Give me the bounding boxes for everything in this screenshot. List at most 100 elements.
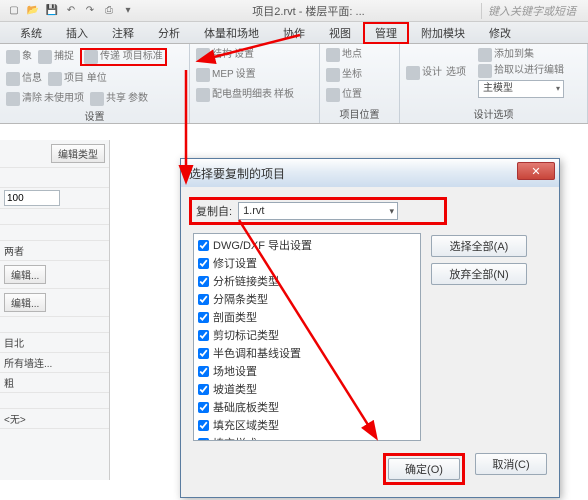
btn-location[interactable]: 地点 xyxy=(326,48,393,62)
item-checkbox[interactable] xyxy=(198,420,209,431)
item-checkbox[interactable] xyxy=(198,348,209,359)
snap-icon xyxy=(38,50,52,64)
item-checkbox[interactable] xyxy=(198,366,209,377)
coord-icon xyxy=(326,68,340,82)
group-label-options: 设计选项 xyxy=(406,104,581,121)
scale-input[interactable] xyxy=(4,190,60,206)
tab-annotate[interactable]: 注释 xyxy=(100,22,146,44)
item-checkbox[interactable] xyxy=(198,384,209,395)
list-item[interactable]: 坡道类型 xyxy=(196,380,418,398)
group-mep: 结构 设置 MEP 设置 配电盘明细表 样板 xyxy=(190,44,320,123)
transfer-icon xyxy=(84,50,98,64)
select-all-button[interactable]: 选择全部(A) xyxy=(431,235,527,257)
tab-addins[interactable]: 附加模块 xyxy=(409,22,477,44)
edit-button-1[interactable]: 编辑... xyxy=(4,265,46,284)
qat-icon[interactable]: ▢ xyxy=(6,3,22,19)
tab-insert[interactable]: 插入 xyxy=(54,22,100,44)
close-button[interactable]: ✕ xyxy=(517,162,555,180)
blank-row xyxy=(0,168,109,188)
qat-undo-icon[interactable]: ↶ xyxy=(63,3,79,19)
btn-coordinates[interactable]: 坐标 xyxy=(326,68,393,82)
list-item[interactable]: 填充区域类型 xyxy=(196,416,418,434)
list-item[interactable]: 剖面类型 xyxy=(196,308,418,326)
cancel-button[interactable]: 取消(C) xyxy=(475,453,547,475)
list-item[interactable]: 分析链接类型 xyxy=(196,272,418,290)
item-checkbox[interactable] xyxy=(198,438,209,442)
tab-view[interactable]: 视图 xyxy=(317,22,363,44)
item-checkbox[interactable] xyxy=(198,258,209,269)
qat-more-icon[interactable]: ▾ xyxy=(120,3,136,19)
btn-panel-schedule[interactable]: 配电盘明细表 样板 xyxy=(196,88,294,102)
document-title: 项目2.rvt - 楼层平面: ... xyxy=(142,3,475,19)
tab-analyze[interactable]: 分析 xyxy=(146,22,192,44)
group-design-options: 设计选项 添加到集 拾取以进行编辑 主模型 设计选项 xyxy=(400,44,588,123)
rough-row: 粗 xyxy=(0,373,109,393)
list-item[interactable]: 半色调和基线设置 xyxy=(196,344,418,362)
none-label: <无> xyxy=(4,411,26,426)
dialog-footer: 确定(O) 取消(C) xyxy=(193,453,547,485)
units-icon xyxy=(48,72,62,86)
item-checkbox[interactable] xyxy=(198,276,209,287)
list-item[interactable]: DWG/DXF 导出设置 xyxy=(196,236,418,254)
btn-structure[interactable]: 结构 设置 xyxy=(196,48,254,62)
btn-design-options[interactable]: 设计选项 xyxy=(406,48,466,98)
item-checkbox[interactable] xyxy=(198,294,209,305)
btn-shared[interactable]: 共享 参数 xyxy=(90,92,148,106)
item-checkbox[interactable] xyxy=(198,330,209,341)
qat-open-icon[interactable]: 📂 xyxy=(25,3,41,19)
structure-icon xyxy=(196,48,210,62)
qat-print-icon[interactable]: ⎙ xyxy=(101,3,117,19)
qat-redo-icon[interactable]: ↷ xyxy=(82,3,98,19)
btn-add-to-set[interactable]: 添加到集 xyxy=(478,48,564,62)
item-checkbox[interactable] xyxy=(198,240,209,251)
group-label-settings: 设置 xyxy=(6,106,183,123)
add-icon xyxy=(478,48,492,62)
btn-pick-to-edit[interactable]: 拾取以进行编辑 xyxy=(478,64,564,78)
btn-info[interactable]: 信息 xyxy=(6,72,42,86)
search-box[interactable]: 键入关键字或短语 xyxy=(481,3,582,19)
scale-row xyxy=(0,188,109,209)
tab-modify[interactable]: 修改 xyxy=(477,22,523,44)
list-item[interactable]: 场地设置 xyxy=(196,362,418,380)
item-checkbox[interactable] xyxy=(198,402,209,413)
edit-button-2[interactable]: 编辑... xyxy=(4,293,46,312)
pick-icon xyxy=(478,64,492,78)
group-label-location: 项目位置 xyxy=(326,104,393,121)
tab-massing[interactable]: 体量和场地 xyxy=(192,22,271,44)
list-item[interactable]: 剪切标记类型 xyxy=(196,326,418,344)
list-item[interactable]: 基础底板类型 xyxy=(196,398,418,416)
discard-all-button[interactable]: 放弃全部(N) xyxy=(431,263,527,285)
title-bar: ▢ 📂 💾 ↶ ↷ ⎙ ▾ 项目2.rvt - 楼层平面: ... 键入关键字或… xyxy=(0,0,588,22)
both-label: 两者 xyxy=(4,243,24,258)
items-list[interactable]: DWG/DXF 导出设置 修订设置 分析链接类型 分隔条类型 剖面类型 剪切标记… xyxy=(193,233,421,441)
item-checkbox[interactable] xyxy=(198,312,209,323)
info-icon xyxy=(6,72,20,86)
btn-object[interactable]: 象 xyxy=(6,48,32,66)
btn-purge[interactable]: 清除 未使用项 xyxy=(6,92,84,106)
side-buttons: 选择全部(A) 放弃全部(N) xyxy=(431,233,527,441)
clean-row: 所有墙连... xyxy=(0,353,109,373)
dialog-main: DWG/DXF 导出设置 修订设置 分析链接类型 分隔条类型 剖面类型 剪切标记… xyxy=(193,233,547,441)
tab-collab[interactable]: 协作 xyxy=(271,22,317,44)
list-item[interactable]: 分隔条类型 xyxy=(196,290,418,308)
select-main-model[interactable]: 主模型 xyxy=(478,80,564,98)
qat-save-icon[interactable]: 💾 xyxy=(44,3,60,19)
btn-position[interactable]: 位置 xyxy=(326,88,393,102)
copy-from-label: 复制自: xyxy=(196,203,232,219)
tab-system[interactable]: 系统 xyxy=(8,22,54,44)
btn-snap[interactable]: 捕捉 xyxy=(38,48,74,66)
edit-type-button[interactable]: 编辑类型 xyxy=(51,144,105,163)
btn-mep[interactable]: MEP 设置 xyxy=(196,68,256,82)
tab-manage[interactable]: 管理 xyxy=(363,22,409,44)
btn-transfer-standards[interactable]: 传递 项目标准 xyxy=(80,48,167,66)
list-item[interactable]: 修订设置 xyxy=(196,254,418,272)
btn-units[interactable]: 项目 单位 xyxy=(48,72,107,86)
copy-from-select[interactable]: 1.rvt xyxy=(238,202,398,220)
list-item[interactable]: 填充样式 xyxy=(196,434,418,441)
ok-button[interactable]: 确定(O) xyxy=(388,458,460,480)
purge-icon xyxy=(6,92,20,106)
copy-from-row: 复制自: 1.rvt xyxy=(189,197,447,225)
dialog-titlebar: 选择要复制的项目 ✕ xyxy=(181,159,559,187)
clean-label: 所有墙连... xyxy=(4,355,52,370)
ok-highlight: 确定(O) xyxy=(383,453,465,485)
